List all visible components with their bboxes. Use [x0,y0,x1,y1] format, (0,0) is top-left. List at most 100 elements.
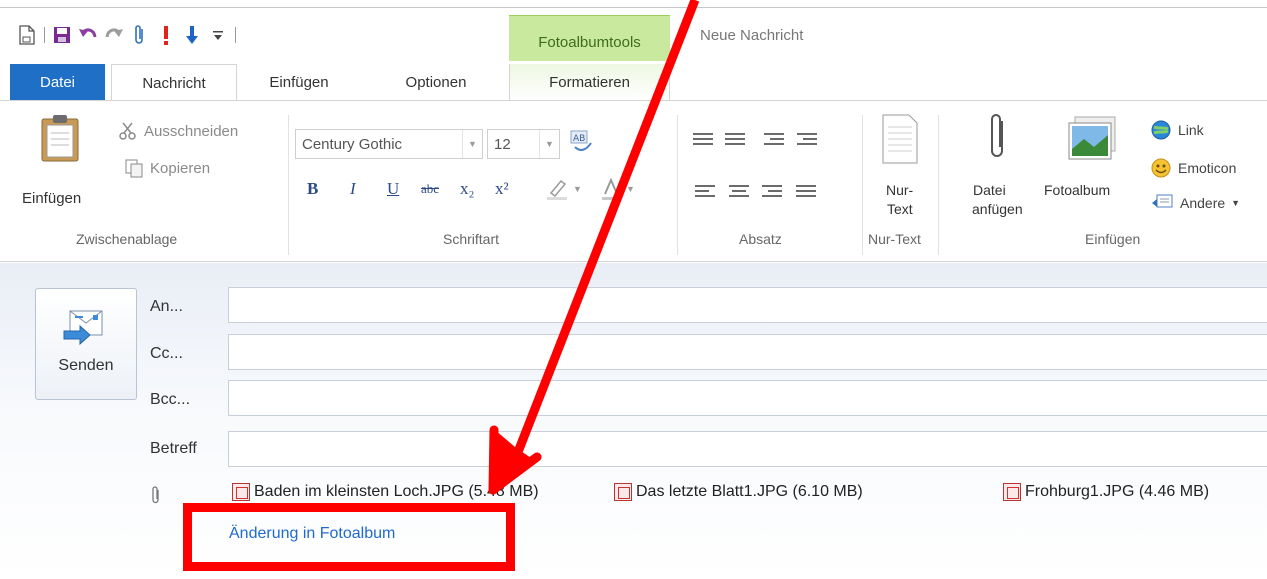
cut-button[interactable]: Ausschneiden [118,121,238,141]
emoticon-button[interactable]: Emoticon [1150,157,1236,179]
font-size-value: 12 [494,135,511,153]
photo-album-label: Fotoalbum [1044,182,1111,198]
paperclip-icon [991,114,1003,157]
attach-icon[interactable] [127,21,153,49]
attach-file-label-line1: Datei [973,182,1006,198]
chevron-down-icon[interactable]: ▼ [573,184,582,194]
annotation-highlight-box [183,503,515,571]
tab-format[interactable]: Formatieren [509,64,670,101]
attach-file-label-line2: anfügen [972,201,1023,217]
plain-text-icon [882,114,918,164]
globe-link-icon [1151,120,1171,140]
plaintext-label-line1: Nur- [886,182,914,198]
superscript-button[interactable]: x² [495,179,509,199]
svg-text:AB: AB [573,134,585,144]
font-size-combo[interactable]: 12 ▼ [487,129,560,159]
to-field[interactable] [228,287,1267,323]
tab-insert[interactable]: Einfügen [244,64,354,101]
attachment-name: Frohburg1.JPG (4.46 MB) [1025,483,1210,500]
group-separator [938,115,939,255]
highlighter-icon [547,179,567,200]
subscript-button[interactable]: x₂ [460,179,474,199]
group-label-plaintext: Nur-Text [868,231,921,247]
cc-button[interactable]: Cc... [150,345,183,363]
low-priority-icon[interactable] [179,21,205,49]
link-label: Link [1178,122,1204,138]
bcc-button[interactable]: Bcc... [150,391,190,409]
to-button[interactable]: An... [150,298,183,316]
send-button[interactable]: Senden [35,288,137,400]
image-file-icon [232,483,250,501]
subject-label: Betreff [150,440,197,457]
group-label-font: Schriftart [443,231,500,247]
toolbar-separator [44,27,45,43]
attachment-item[interactable]: Baden im kleinsten Loch.JPG (5.48 MB) [232,483,539,501]
redo-icon[interactable] [101,21,127,49]
font-color-icon [602,177,620,200]
increase-indent-icon[interactable] [797,133,819,153]
send-label: Senden [58,357,114,374]
bcc-field[interactable] [228,380,1267,416]
font-color-button[interactable]: ▼ [600,177,635,201]
chevron-down-icon[interactable]: ▼ [1231,198,1240,208]
image-file-icon [1003,483,1021,501]
attachment-name: Baden im kleinsten Loch.JPG (5.48 MB) [254,483,539,500]
clipboard-icon [41,115,79,162]
bullet-list-icon[interactable] [725,133,747,153]
underline-button[interactable]: U [387,179,399,199]
group-separator [288,115,289,255]
attachment-item[interactable]: Das letzte Blatt1.JPG (6.10 MB) [614,483,863,501]
font-scale-icon[interactable]: AB [569,129,595,158]
numbered-list-icon[interactable] [693,133,715,153]
send-mail-icon [63,310,103,346]
chevron-down-icon[interactable]: ▼ [462,130,482,158]
copy-button[interactable]: Kopieren [124,158,210,178]
copy-label: Kopieren [150,159,211,177]
font-family-value: Century Gothic [302,135,403,153]
align-left-icon[interactable] [695,185,717,205]
tab-file[interactable]: Datei [10,64,105,101]
ribbon-tabs: Datei Nachricht Einfügen Optionen Format… [0,64,1267,102]
group-separator [862,115,863,255]
copy-icon [125,159,143,178]
highlight-color-button[interactable]: ▼ [545,177,582,201]
high-priority-icon[interactable] [153,21,179,49]
italic-button[interactable]: I [350,179,356,199]
scissors-icon [119,122,136,140]
other-label: Andere [1180,195,1226,211]
group-label-paragraph: Absatz [739,231,782,247]
tab-options[interactable]: Optionen [380,64,492,101]
cut-label: Ausschneiden [144,122,239,140]
plaintext-button[interactable]: Nur- Text [870,109,930,219]
paste-button[interactable]: Einfügen [20,113,100,207]
group-label-insert: Einfügen [1085,231,1141,247]
emoticon-icon [1151,158,1171,178]
font-family-combo[interactable]: Century Gothic ▼ [295,129,483,159]
attach-file-button[interactable]: Datei anfügen [968,109,1038,219]
bold-button[interactable]: B [307,179,318,199]
other-button[interactable]: Andere ▼ [1150,193,1240,213]
cc-field[interactable] [228,334,1267,370]
attachment-item[interactable]: Frohburg1.JPG (4.46 MB) [1003,483,1209,501]
new-document-icon[interactable] [14,21,40,49]
attachments-paperclip-icon [152,486,159,504]
save-icon[interactable] [49,21,75,49]
image-file-icon [614,483,632,501]
photo-album-button[interactable]: Fotoalbum [1040,109,1145,209]
justify-icon[interactable] [796,185,818,205]
strikethrough-button[interactable]: abc [421,181,439,197]
align-center-icon[interactable] [729,185,751,205]
emoticon-label: Emoticon [1178,160,1237,176]
chevron-down-icon[interactable]: ▼ [539,130,559,158]
tab-message[interactable]: Nachricht [111,64,237,102]
customize-dropdown-icon[interactable] [205,21,231,49]
other-insert-icon [1152,194,1173,208]
chevron-down-icon[interactable]: ▼ [626,184,635,194]
undo-icon[interactable] [75,21,101,49]
subject-field[interactable] [228,431,1267,467]
align-right-icon[interactable] [762,185,784,205]
context-tab-header: Fotoalbumtools [509,15,670,61]
paste-label: Einfügen [22,190,82,207]
decrease-indent-icon[interactable] [764,133,786,153]
link-button[interactable]: Link [1150,119,1204,141]
